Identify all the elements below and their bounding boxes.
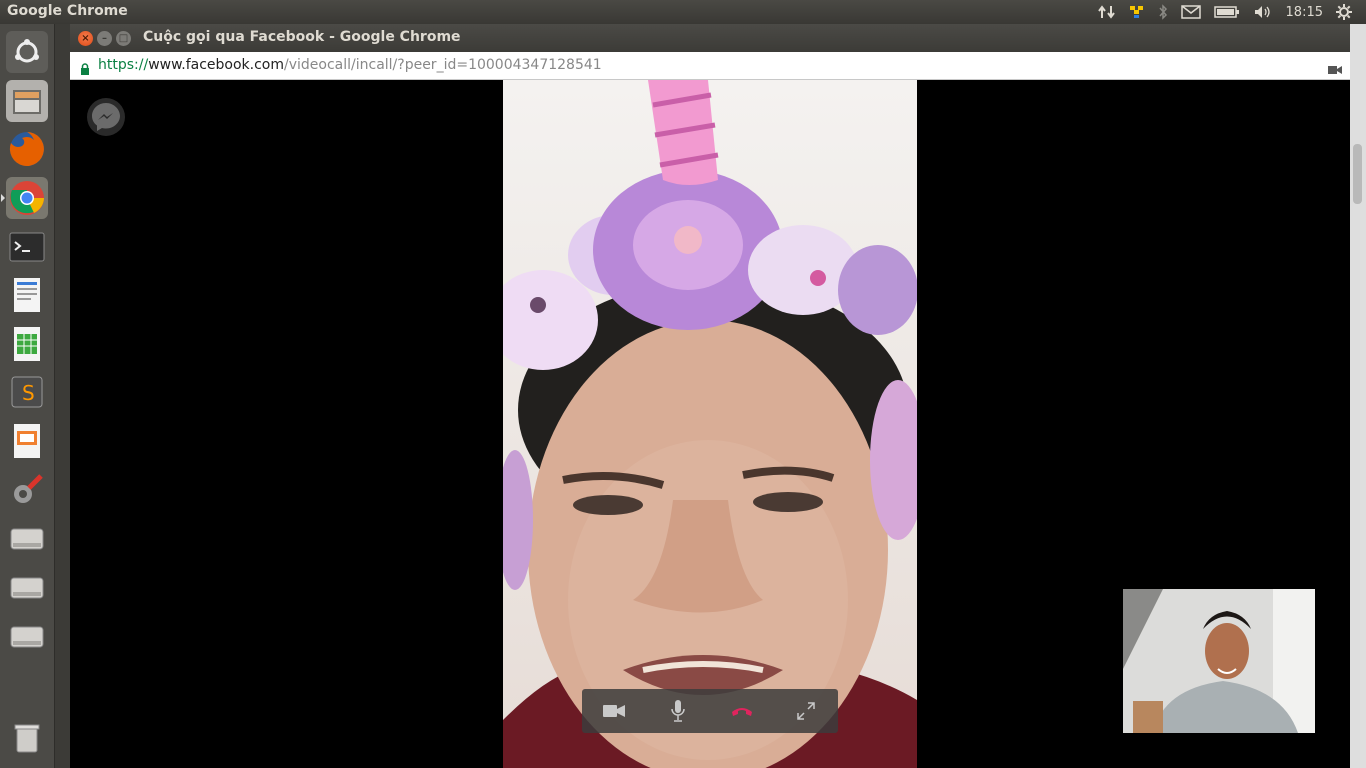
top-panel: Google Chrome 18:15 — [0, 0, 1366, 24]
lock-icon[interactable] — [80, 60, 90, 79]
window-titlebar[interactable]: × – □ Cuộc gọi qua Facebook - Google Chr… — [70, 24, 1350, 52]
terminal-icon[interactable] — [6, 226, 48, 268]
self-view-video[interactable] — [1123, 589, 1315, 733]
video-camera-icon[interactable] — [594, 691, 634, 731]
clock[interactable]: 18:15 — [1286, 5, 1323, 20]
calc-icon[interactable] — [6, 323, 48, 365]
fullscreen-icon[interactable] — [786, 691, 826, 731]
url-host: www.facebook.com — [148, 57, 284, 73]
window-title: Cuộc gọi qua Facebook - Google Chrome — [143, 29, 461, 45]
settings-gear-icon[interactable] — [1335, 3, 1353, 21]
writer-icon[interactable] — [6, 274, 48, 316]
background-window-edge — [1350, 24, 1366, 768]
system-tray: 18:15 — [1097, 0, 1366, 24]
system-settings-icon[interactable] — [6, 469, 48, 511]
trash-icon[interactable] — [6, 717, 48, 759]
call-controls-bar — [582, 689, 838, 733]
close-window-button[interactable]: × — [78, 31, 93, 46]
dropbox-icon[interactable] — [1129, 5, 1145, 19]
svg-text:S: S — [22, 381, 35, 405]
active-app-name: Google Chrome — [7, 3, 128, 19]
microphone-icon[interactable] — [658, 691, 698, 731]
messenger-icon[interactable] — [87, 98, 125, 136]
files-icon[interactable] — [6, 80, 48, 122]
battery-icon[interactable] — [1213, 5, 1240, 19]
camera-in-use-icon[interactable] — [1328, 60, 1342, 79]
impress-icon[interactable] — [6, 420, 48, 462]
mail-icon[interactable] — [1180, 5, 1201, 19]
network-transfer-icon[interactable] — [1097, 4, 1116, 20]
drive-icon[interactable] — [6, 518, 48, 560]
ubuntu-dash-icon[interactable] — [6, 31, 48, 73]
chrome-icon[interactable] — [6, 177, 48, 219]
chrome-window: × – □ Cuộc gọi qua Facebook - Google Chr… — [70, 24, 1350, 768]
sublime-text-icon[interactable]: S — [6, 371, 48, 413]
firefox-icon[interactable] — [6, 128, 48, 170]
volume-icon[interactable] — [1253, 4, 1273, 20]
background-scrollbar — [1353, 144, 1362, 204]
url-path: /videocall/incall/?peer_id=1000043471285… — [284, 57, 602, 73]
drive-icon[interactable] — [6, 567, 48, 609]
url-text[interactable]: https://www.facebook.com/videocall/incal… — [98, 57, 602, 73]
bluetooth-icon[interactable] — [1158, 4, 1168, 20]
drive-icon[interactable] — [6, 616, 48, 658]
remote-video[interactable] — [503, 80, 917, 768]
running-indicator — [1, 194, 5, 202]
end-call-icon[interactable] — [722, 691, 762, 731]
unity-launcher: S — [0, 24, 55, 768]
minimize-window-button[interactable]: – — [97, 31, 112, 46]
address-bar[interactable]: https://www.facebook.com/videocall/incal… — [70, 52, 1350, 80]
maximize-window-button[interactable]: □ — [116, 31, 131, 46]
url-scheme: https:// — [98, 57, 149, 73]
video-call-area — [70, 80, 1350, 768]
